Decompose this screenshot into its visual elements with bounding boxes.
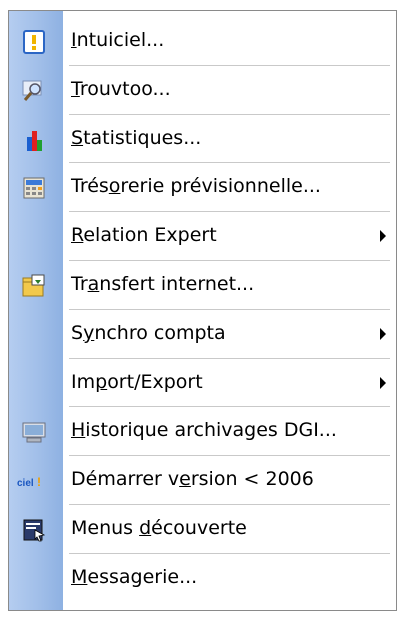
bar-chart-icon (21, 127, 47, 153)
accelerator-key: H (71, 419, 86, 441)
menu-item-trouvtoo[interactable]: Trouvtoo... (9, 66, 396, 115)
menu-item-label: Démarrer version < 2006 (71, 468, 314, 490)
accelerator-key: T (71, 78, 80, 100)
accelerator-key: p (95, 371, 108, 393)
submenu-arrow-icon (380, 230, 386, 242)
menu-item-messagerie[interactable]: Messagerie... (9, 554, 396, 603)
context-menu: Intuiciel... Trouvtoo... Statistiques... Tr… (8, 10, 397, 611)
submenu-arrow-icon (380, 328, 386, 340)
accelerator-key: M (71, 566, 88, 588)
menu-item-label: Historique archivages DGI... (71, 419, 337, 441)
menu-item-historique[interactable]: Historique archivages DGI... (9, 407, 396, 456)
menu-item-label: Trésorerie prévisionnelle... (71, 175, 321, 197)
menu-item-label: Trouvtoo... (71, 78, 171, 100)
archive-computer-icon (21, 419, 47, 445)
menu-item-transfert-internet[interactable]: Transfert internet... (9, 261, 396, 310)
menu-item-label: Intuiciel... (71, 29, 165, 51)
menu-item-label: Messagerie... (71, 566, 198, 588)
menu-item-label: Menus découverte (71, 517, 247, 539)
menu-item-statistiques[interactable]: Statistiques... (9, 115, 396, 164)
accelerator-key: d (139, 517, 152, 539)
folder-transfer-icon (21, 273, 47, 299)
accelerator-key: y (83, 322, 95, 344)
menu-item-synchro-compta[interactable]: Synchro compta (9, 310, 396, 359)
menu-item-import-export[interactable]: Import/Export (9, 359, 396, 408)
svg-text:ciel: ciel (17, 478, 34, 489)
menu-item-relation-expert[interactable]: Relation Expert (9, 212, 396, 261)
calculator-spreadsheet-icon (21, 175, 47, 201)
menu-item-label: Relation Expert (71, 224, 217, 246)
ciel-logo-icon: ciel! (17, 468, 43, 494)
menu-item-tresorerie[interactable]: Trésorerie prévisionnelle... (9, 163, 396, 212)
menu-item-label: Transfert internet... (71, 273, 255, 295)
menu-items: Intuiciel... Trouvtoo... Statistiques... Tr… (9, 11, 396, 610)
menu-item-label: Import/Export (71, 371, 203, 393)
menu-item-intuiciel[interactable]: Intuiciel... (9, 17, 396, 66)
menu-item-label: Synchro compta (71, 322, 226, 344)
accelerator-key: o (108, 175, 121, 197)
menu-window-icon (21, 517, 47, 543)
accelerator-key: a (87, 273, 100, 295)
info-exclamation-icon (21, 29, 47, 55)
svg-text:!: ! (37, 475, 41, 489)
accelerator-key: R (71, 224, 84, 246)
accelerator-key: S (71, 127, 84, 149)
submenu-arrow-icon (380, 377, 386, 389)
menu-item-demarrer[interactable]: ciel! Démarrer version < 2006 (9, 456, 396, 505)
menu-item-menus-decouverte[interactable]: Menus découverte (9, 505, 396, 554)
search-magnifier-icon (21, 78, 47, 104)
menu-item-label: Statistiques... (71, 127, 202, 149)
accelerator-key: e (179, 468, 191, 490)
